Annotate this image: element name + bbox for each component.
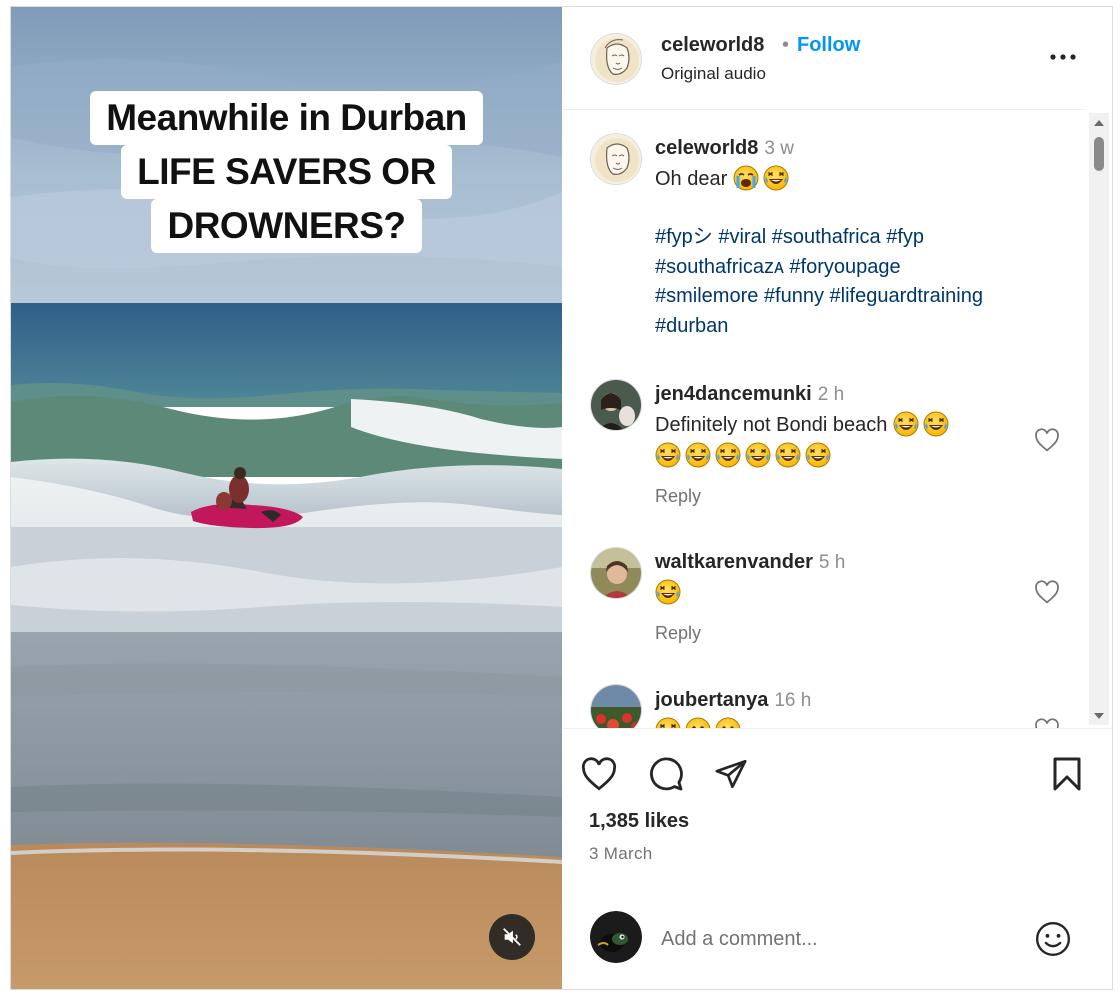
more-icon <box>1050 54 1076 60</box>
caption-hashtags[interactable]: #fypシ #viral #southafrica #fyp #southafr… <box>655 223 1075 341</box>
laughing-face-emoji <box>655 717 681 728</box>
scroll-down-arrow <box>1094 712 1104 719</box>
comment-icon <box>650 757 683 791</box>
share-button[interactable] <box>711 754 751 794</box>
heart-icon <box>1035 718 1059 728</box>
heart-icon <box>581 757 617 791</box>
caption-text: Oh dear <box>655 164 1055 194</box>
post-video[interactable]: Meanwhile in Durban LIFE SAVERS OR DROWN… <box>11 7 562 989</box>
current-user-avatar[interactable] <box>590 911 642 963</box>
comment-item: jen4dancemunki 2 h Definitely not Bondi b… <box>563 373 1086 523</box>
scroll-up-button[interactable] <box>1089 113 1109 131</box>
comment-like-button[interactable] <box>1033 426 1061 454</box>
post-side-panel: celeworld8 • Follow Original audio celew… <box>563 7 1112 989</box>
astonished-face-emoji <box>685 717 711 728</box>
comments-scrollbar[interactable] <box>1089 113 1109 725</box>
laughing-face-emoji <box>775 442 801 468</box>
audio-label[interactable]: Original audio <box>661 64 766 84</box>
hashtag-line[interactable]: #southafricaᴢᴀ #foryoupage <box>655 253 1075 283</box>
hashtag-line[interactable]: #fypシ #viral #southafrica #fyp <box>655 223 1075 253</box>
commenter-username[interactable]: joubertanya 16 h <box>655 689 811 712</box>
laughing-face-emoji <box>805 442 831 468</box>
laughing-face-emoji <box>763 165 789 191</box>
post-date[interactable]: 3 March <box>589 844 653 864</box>
post-caption: celeworld8 3 w Oh dear #fypシ #viral #sout… <box>563 111 1086 361</box>
commenter-username[interactable]: jen4dancemunki 2 h <box>655 383 844 406</box>
commenter-username[interactable]: waltkarenvander 5 h <box>655 551 845 574</box>
comment-time: 5 h <box>818 552 846 573</box>
scrollbar-thumb[interactable] <box>1094 137 1104 171</box>
add-comment-input[interactable] <box>661 922 1011 956</box>
caption-time: 3 w <box>764 138 794 159</box>
mute-icon <box>503 928 521 946</box>
caption-line-3: DROWNERS? <box>151 199 422 253</box>
save-button[interactable] <box>1047 754 1087 794</box>
laughing-face-emoji <box>685 442 711 468</box>
scroll-up-arrow <box>1094 119 1104 126</box>
laughing-face-emoji <box>715 442 741 468</box>
laughing-face-emoji <box>923 411 949 437</box>
heart-icon <box>1035 428 1059 452</box>
bookmark-icon <box>1053 757 1081 791</box>
reply-button[interactable]: Reply <box>655 486 701 507</box>
commenter-avatar[interactable] <box>590 547 642 599</box>
add-comment-bar <box>563 908 1112 989</box>
frowning-face-emoji <box>715 717 741 728</box>
laughing-face-emoji <box>745 442 771 468</box>
post-actions-section: 1,385 likes 3 March <box>563 728 1112 908</box>
comment-like-button[interactable] <box>1033 578 1061 606</box>
author-username[interactable]: celeworld8 <box>661 34 764 57</box>
comment-item: joubertanya 16 h <box>563 679 1086 728</box>
comment-button[interactable] <box>646 754 686 794</box>
comment-emoji-row <box>655 441 1055 471</box>
caption-username[interactable]: celeworld8 3 w <box>655 137 794 160</box>
comment-item: waltkarenvander 5 h Reply <box>563 541 1086 661</box>
post-dialog: Meanwhile in Durban LIFE SAVERS OR DROWN… <box>10 6 1113 990</box>
mute-button[interactable] <box>489 914 535 960</box>
emoji-picker-button[interactable] <box>1033 919 1073 959</box>
commenter-avatar[interactable] <box>590 379 642 431</box>
hashtag-line[interactable]: #durban <box>655 312 1075 342</box>
post-header: celeworld8 • Follow Original audio <box>563 7 1086 110</box>
share-icon <box>715 759 747 789</box>
caption-line-2: LIFE SAVERS OR <box>121 145 452 199</box>
comment-text <box>655 716 1055 728</box>
separator-dot: • <box>782 34 790 56</box>
scroll-down-button[interactable] <box>1089 707 1109 725</box>
reply-button[interactable]: Reply <box>655 623 701 644</box>
comment-text: Definitely not Bondi beach <box>655 410 1055 440</box>
hashtag-line[interactable]: #smilemore #funny #lifeguardtraining <box>655 282 1075 312</box>
emoji-icon <box>1035 921 1071 957</box>
comment-like-button[interactable] <box>1033 716 1061 728</box>
follow-button[interactable]: Follow <box>797 34 860 57</box>
more-options-button[interactable] <box>1048 45 1078 69</box>
commenter-avatar[interactable] <box>590 684 642 728</box>
comment-time: 16 h <box>774 690 812 711</box>
author-avatar[interactable] <box>590 33 642 85</box>
caption-author-avatar[interactable] <box>590 133 642 185</box>
caption-line-1: Meanwhile in Durban <box>90 91 483 145</box>
laughing-face-emoji <box>893 411 919 437</box>
comment-time: 2 h <box>817 384 845 405</box>
like-button[interactable] <box>579 754 619 794</box>
comment-text <box>655 578 1055 608</box>
laughing-face-emoji <box>655 579 681 605</box>
video-caption-overlay: Meanwhile in Durban LIFE SAVERS OR DROWN… <box>11 91 562 253</box>
comments-list[interactable]: celeworld8 3 w Oh dear #fypシ #viral #sout… <box>563 111 1086 728</box>
heart-icon <box>1035 580 1059 604</box>
laughing-face-emoji <box>655 442 681 468</box>
likes-count[interactable]: 1,385 likes <box>589 810 689 833</box>
crying-face-emoji <box>733 165 759 191</box>
